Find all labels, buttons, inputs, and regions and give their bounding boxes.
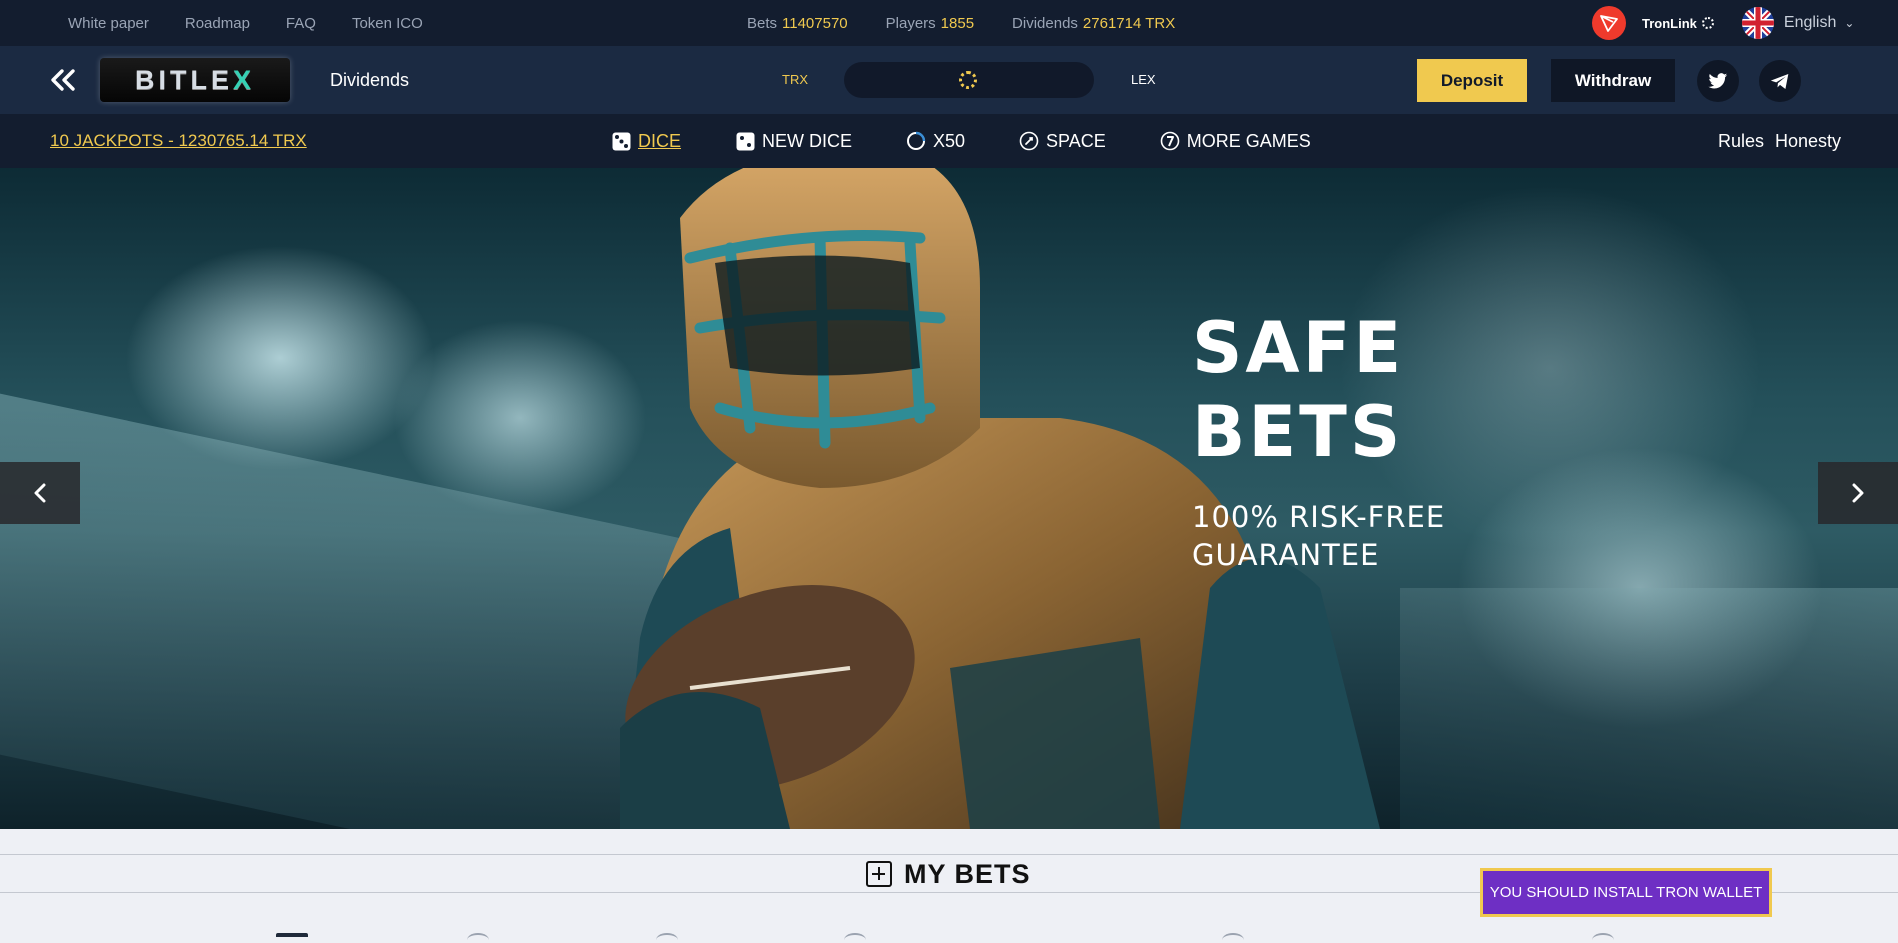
players-stat: Players 1855 — [886, 15, 974, 32]
my-bets-section: MY BETS YOU SHOULD INSTALL TRON WALLET — [0, 829, 1898, 943]
bets-stat-label: Bets — [747, 14, 778, 32]
site-stats: Bets 11407570 Players 1855 Dividends 276171… — [747, 0, 1175, 46]
twitter-icon[interactable] — [1697, 60, 1739, 102]
wheel-icon — [906, 131, 926, 151]
tab-x50[interactable]: X50 — [906, 131, 965, 152]
token-ico-link[interactable]: Token ICO — [352, 15, 423, 32]
tab-new-dice[interactable]: NEW DICE — [735, 131, 852, 152]
tab-space[interactable]: SPACE — [1019, 131, 1106, 152]
dice-icon — [611, 131, 631, 151]
column-icon — [467, 933, 489, 943]
rules-link[interactable]: Rules — [1718, 114, 1764, 168]
currency-trx-label[interactable]: TRX — [782, 46, 808, 114]
hero-subtitle-line1: 100% RISK-FREE — [1192, 500, 1446, 534]
deposit-button[interactable]: Deposit — [1417, 59, 1527, 102]
tron-logo-icon[interactable] — [1592, 6, 1626, 40]
loading-spinner-icon — [959, 71, 977, 89]
column-icon — [656, 933, 678, 943]
language-selector[interactable]: English — [1784, 14, 1836, 32]
white-paper-link[interactable]: White paper — [68, 15, 149, 32]
dividends-stat: Dividends 2761714 TRX — [1012, 15, 1175, 32]
hero-banner: SAFE BETS 100% RISK-FREE GUARANTEE — [0, 168, 1898, 829]
tronlink-label[interactable]: TronLink — [1642, 16, 1697, 31]
new-dice-icon — [735, 131, 755, 151]
trophy-icon — [276, 933, 308, 943]
telegram-icon[interactable] — [1759, 60, 1801, 102]
loading-spinner-icon — [1701, 17, 1714, 29]
hero-title: SAFE BETS — [1192, 306, 1404, 474]
dividends-stat-value: 2761714 TRX — [1082, 14, 1176, 32]
uk-flag-icon[interactable] — [1741, 7, 1774, 39]
hero-title-line1: SAFE — [1192, 307, 1405, 389]
top-links: White paper Roadmap FAQ Token ICO — [68, 0, 423, 46]
divider — [0, 854, 1898, 855]
hero-subtitle-line2: GUARANTEE — [1192, 538, 1380, 572]
bitlex-logo[interactable]: BITLEX — [100, 58, 290, 102]
players-stat-value: 1855 — [940, 14, 975, 32]
jackpots-link[interactable]: 10 JACKPOTS - 1230765.14 TRX — [50, 114, 307, 168]
chevron-left-icon — [34, 483, 46, 503]
currency-toggle[interactable] — [844, 62, 1094, 98]
players-stat-label: Players — [885, 14, 936, 32]
chevron-down-icon[interactable]: ⌄ — [1844, 16, 1854, 30]
column-icon — [1222, 933, 1244, 943]
tab-new-dice-label: NEW DICE — [762, 130, 853, 151]
top-info-bar: White paper Roadmap FAQ Token ICO Bets 11… — [0, 0, 1898, 46]
currency-lex-label[interactable]: LEX — [1131, 46, 1156, 114]
rocket-icon — [1019, 131, 1039, 151]
my-bets-toggle[interactable]: MY BETS — [866, 857, 1031, 891]
logo-text: BITLE — [134, 64, 233, 95]
tab-dice[interactable]: DICE — [611, 131, 681, 152]
collapse-menu-icon[interactable] — [48, 68, 78, 92]
carousel-next-button[interactable] — [1818, 462, 1898, 524]
seven-icon — [1160, 131, 1180, 151]
dividends-stat-label: Dividends — [1012, 14, 1078, 32]
game-tabs: DICE NEW DICE X50 SPACE MORE GAMES — [611, 114, 1311, 168]
hero-title-line2: BETS — [1192, 391, 1404, 473]
stadium-stands-image — [0, 393, 700, 829]
main-header: BITLEX Dividends TRX LEX Deposit Withdra… — [0, 46, 1898, 114]
faq-link[interactable]: FAQ — [286, 15, 316, 32]
wallet-language-area: TronLink English ⌄ — [1592, 0, 1854, 46]
bets-stat-value: 11407570 — [782, 14, 848, 32]
bets-stat: Bets 11407570 — [747, 15, 848, 32]
tab-more-games-label: MORE GAMES — [1186, 130, 1311, 151]
roadmap-link[interactable]: Roadmap — [185, 15, 250, 32]
tab-space-label: SPACE — [1046, 130, 1106, 151]
column-icon — [1592, 933, 1614, 943]
dividends-link[interactable]: Dividends — [330, 46, 409, 114]
tab-x50-label: X50 — [933, 130, 966, 151]
honesty-link[interactable]: Honesty — [1775, 114, 1841, 168]
my-bets-title: MY BETS — [904, 858, 1031, 889]
chevron-right-icon — [1852, 483, 1864, 503]
install-wallet-notice[interactable]: YOU SHOULD INSTALL TRON WALLET — [1480, 868, 1772, 917]
tab-more-games[interactable]: MORE GAMES — [1160, 131, 1311, 152]
logo-accent: X — [232, 64, 255, 95]
column-icon — [844, 933, 866, 943]
game-nav-bar: 10 JACKPOTS - 1230765.14 TRX DICE NEW DI… — [0, 114, 1898, 168]
hero-subtitle: 100% RISK-FREE GUARANTEE — [1192, 498, 1445, 574]
withdraw-button[interactable]: Withdraw — [1551, 59, 1675, 102]
carousel-prev-button[interactable] — [0, 462, 80, 524]
tab-dice-label: DICE — [638, 130, 682, 151]
expand-plus-icon — [866, 861, 892, 887]
